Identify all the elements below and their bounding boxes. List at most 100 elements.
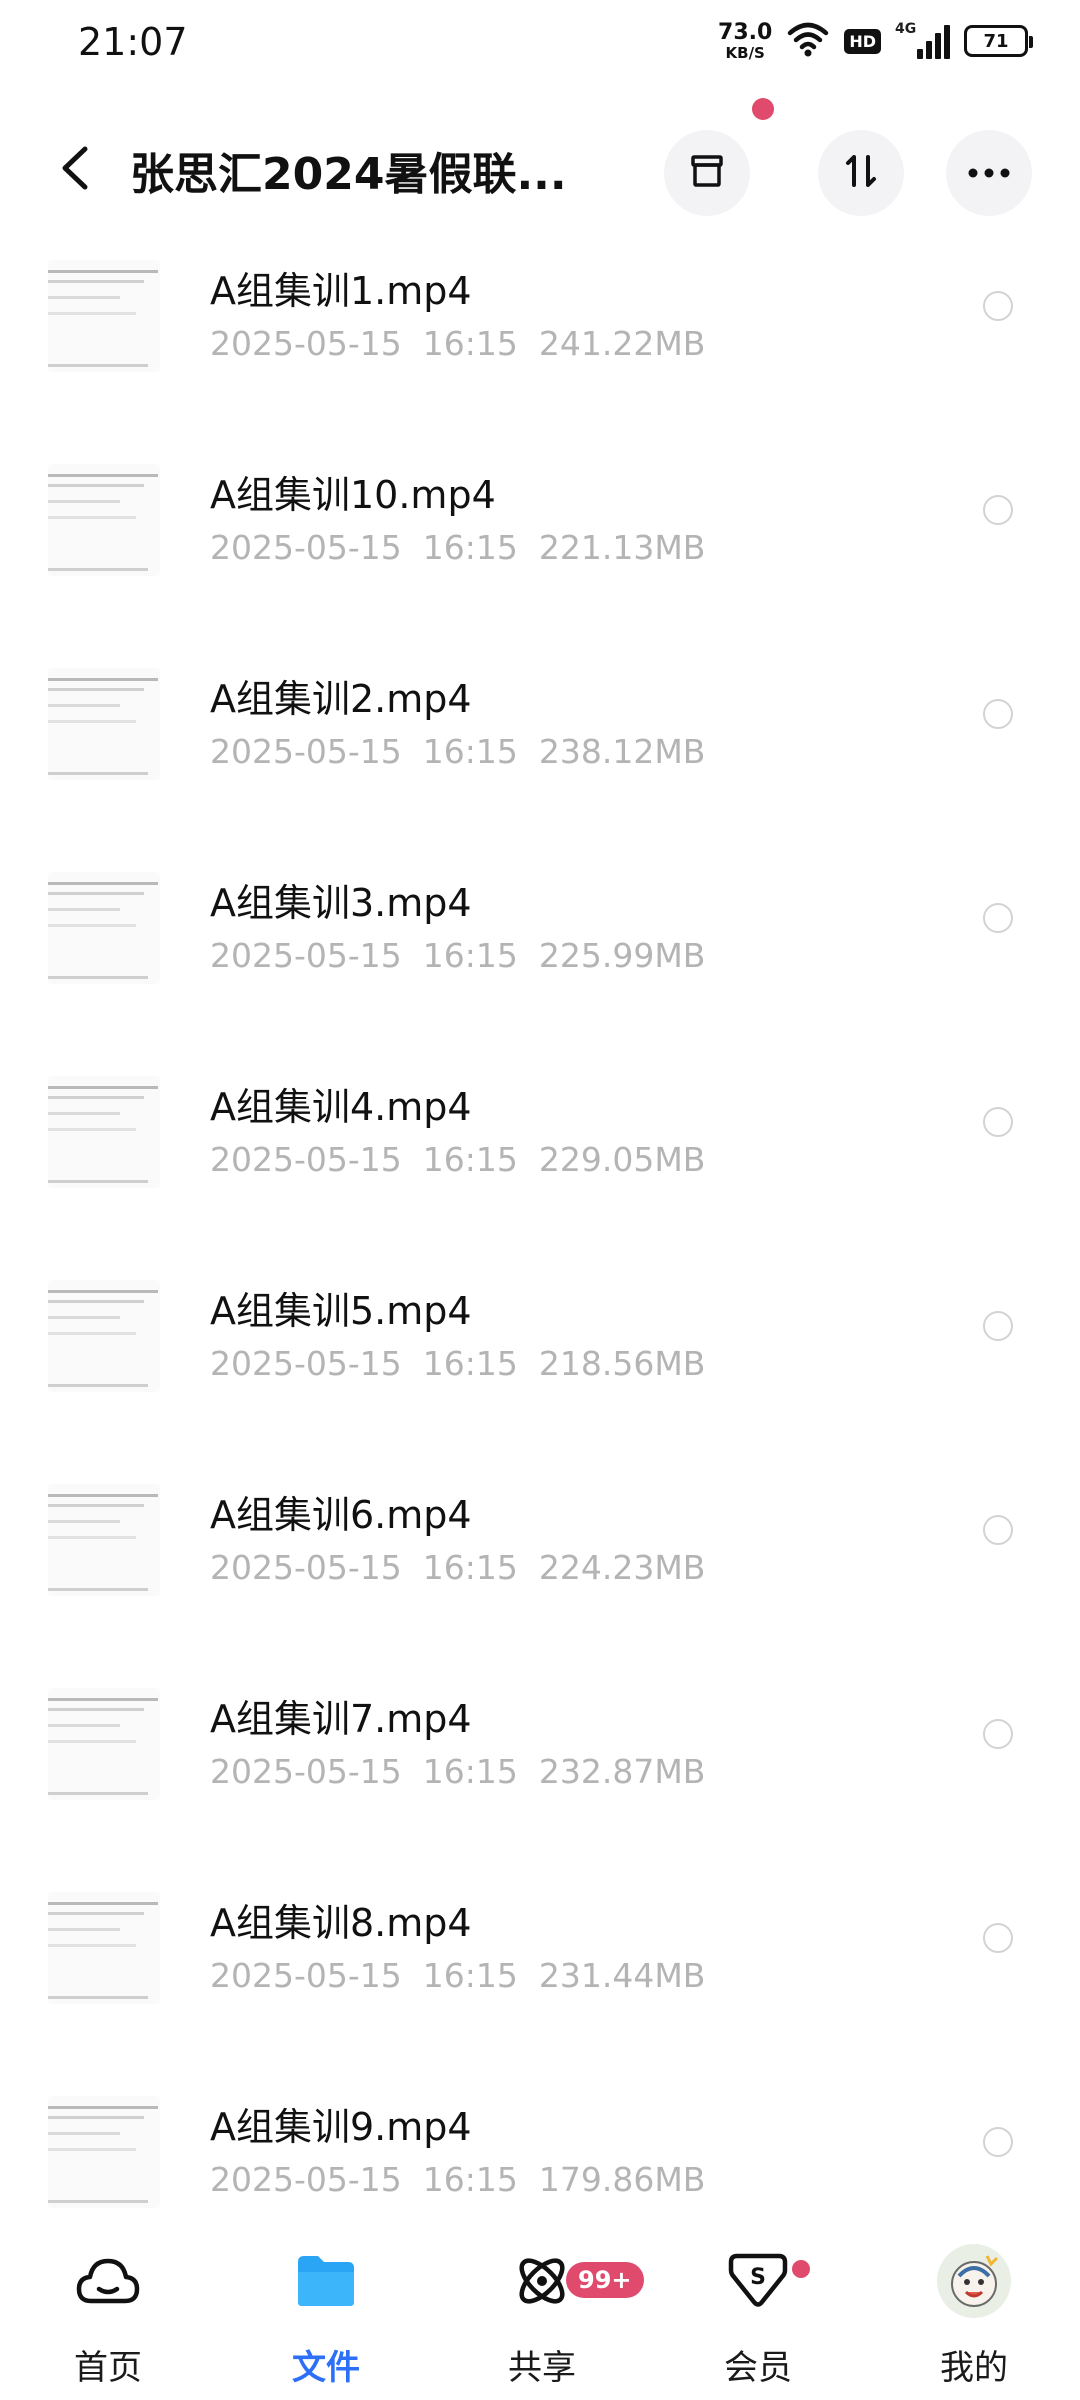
- file-time: 16:15: [422, 936, 518, 975]
- network-type: 4G: [895, 21, 917, 37]
- chevron-left-icon: [57, 145, 93, 195]
- select-checkbox[interactable]: [983, 1719, 1013, 1749]
- video-thumbnail: [48, 1892, 160, 2004]
- box-icon: [687, 151, 727, 195]
- file-name: A组集训10.mp4: [210, 473, 496, 517]
- video-thumbnail: [48, 464, 160, 576]
- file-item[interactable]: A组集训5.mp4 2025-05-15 16:15 218.56MB: [0, 1252, 1080, 1456]
- file-date: 2025-05-15: [210, 732, 402, 771]
- file-time: 16:15: [422, 324, 518, 363]
- file-meta: 2025-05-15 16:15 232.87MB: [210, 1752, 705, 1791]
- file-date: 2025-05-15: [210, 528, 402, 567]
- file-size: 238.12MB: [538, 732, 706, 771]
- file-time: 16:15: [422, 528, 518, 567]
- select-checkbox[interactable]: [983, 1923, 1013, 1953]
- video-thumbnail: [48, 1688, 160, 1800]
- file-name: A组集训9.mp4: [210, 2105, 472, 2149]
- file-name: A组集训3.mp4: [210, 881, 472, 925]
- video-thumbnail: [48, 260, 160, 372]
- video-thumbnail: [48, 1484, 160, 1596]
- video-thumbnail: [48, 1076, 160, 1188]
- svg-text:S: S: [750, 2265, 766, 2290]
- file-time: 16:15: [422, 1752, 518, 1791]
- file-size: 241.22MB: [538, 324, 706, 363]
- sort-button[interactable]: [818, 130, 904, 216]
- select-checkbox[interactable]: [983, 1311, 1013, 1341]
- file-meta: 2025-05-15 16:15 179.86MB: [210, 2160, 705, 2199]
- file-name: A组集训2.mp4: [210, 677, 472, 721]
- file-date: 2025-05-15: [210, 1548, 402, 1587]
- nav-files[interactable]: 文件: [256, 2230, 396, 2400]
- status-bar: 21:07 73.0 KB/S HD 4G 71: [0, 0, 1080, 80]
- file-name: A组集训1.mp4: [210, 269, 472, 313]
- avatar-icon: [937, 2244, 1011, 2318]
- nav-share-label: 共享: [508, 2348, 576, 2388]
- file-meta: 2025-05-15 16:15 224.23MB: [210, 1548, 705, 1587]
- sort-arrows-icon: [841, 151, 881, 195]
- status-time: 21:07: [78, 20, 188, 64]
- file-item[interactable]: A组集训10.mp4 2025-05-15 16:15 221.13MB: [0, 436, 1080, 640]
- file-name: A组集训4.mp4: [210, 1085, 472, 1129]
- video-thumbnail: [48, 668, 160, 780]
- file-item[interactable]: A组集训3.mp4 2025-05-15 16:15 225.99MB: [0, 844, 1080, 1048]
- file-item[interactable]: A组集训4.mp4 2025-05-15 16:15 229.05MB: [0, 1048, 1080, 1252]
- file-size: 218.56MB: [538, 1344, 706, 1383]
- file-date: 2025-05-15: [210, 1344, 402, 1383]
- file-item[interactable]: A组集训6.mp4 2025-05-15 16:15 224.23MB: [0, 1456, 1080, 1660]
- notification-dot: [752, 98, 774, 120]
- vip-diamond-icon: S: [721, 2244, 795, 2318]
- file-meta: 2025-05-15 16:15 238.12MB: [210, 732, 705, 771]
- home-cloud-icon: [71, 2244, 145, 2318]
- file-date: 2025-05-15: [210, 1752, 402, 1791]
- file-time: 16:15: [422, 1344, 518, 1383]
- video-thumbnail: [48, 2096, 160, 2208]
- nav-home[interactable]: 首页: [38, 2230, 178, 2400]
- transfer-button[interactable]: [664, 130, 750, 216]
- select-checkbox[interactable]: [983, 903, 1013, 933]
- file-meta: 2025-05-15 16:15 229.05MB: [210, 1140, 705, 1179]
- battery-level: 71: [983, 30, 1009, 52]
- file-name: A组集训6.mp4: [210, 1493, 472, 1537]
- file-meta: 2025-05-15 16:15 231.44MB: [210, 1956, 705, 1995]
- file-size: 179.86MB: [538, 2160, 706, 2199]
- nav-me[interactable]: 我的: [904, 2230, 1044, 2400]
- more-button[interactable]: [946, 130, 1032, 216]
- file-time: 16:15: [422, 1548, 518, 1587]
- file-time: 16:15: [422, 1140, 518, 1179]
- file-date: 2025-05-15: [210, 1140, 402, 1179]
- file-meta: 2025-05-15 16:15 225.99MB: [210, 936, 705, 975]
- nav-vip[interactable]: S 会员: [688, 2230, 828, 2400]
- network-speed: 73.0 KB/S: [718, 19, 773, 61]
- file-item[interactable]: A组集训2.mp4 2025-05-15 16:15 238.12MB: [0, 640, 1080, 844]
- select-checkbox[interactable]: [983, 1107, 1013, 1137]
- file-meta: 2025-05-15 16:15 241.22MB: [210, 324, 705, 363]
- file-item[interactable]: A组集训7.mp4 2025-05-15 16:15 232.87MB: [0, 1660, 1080, 1864]
- file-date: 2025-05-15: [210, 1956, 402, 1995]
- select-checkbox[interactable]: [983, 699, 1013, 729]
- select-checkbox[interactable]: [983, 291, 1013, 321]
- file-time: 16:15: [422, 732, 518, 771]
- select-checkbox[interactable]: [983, 2127, 1013, 2157]
- hd-icon: HD: [844, 28, 881, 54]
- select-checkbox[interactable]: [983, 495, 1013, 525]
- signal-icon: 4G: [895, 21, 950, 59]
- file-item[interactable]: A组集训8.mp4 2025-05-15 16:15 231.44MB: [0, 1864, 1080, 2068]
- select-checkbox[interactable]: [983, 1515, 1013, 1545]
- battery-icon: 71: [964, 25, 1033, 57]
- video-thumbnail: [48, 1280, 160, 1392]
- back-button[interactable]: [40, 130, 110, 210]
- nav-files-label: 文件: [292, 2348, 360, 2388]
- network-speed-value: 73.0: [718, 19, 773, 45]
- wifi-icon: [786, 21, 830, 61]
- nav-home-label: 首页: [74, 2348, 142, 2388]
- file-meta: 2025-05-15 16:15 218.56MB: [210, 1344, 705, 1383]
- bottom-nav: 首页 文件 共享 S 会员 我的: [0, 2230, 1080, 2400]
- file-item[interactable]: A组集训1.mp4 2025-05-15 16:15 241.22MB: [0, 232, 1080, 436]
- file-date: 2025-05-15: [210, 2160, 402, 2199]
- file-size: 224.23MB: [538, 1548, 706, 1587]
- nav-share[interactable]: 共享: [472, 2230, 612, 2400]
- file-time: 16:15: [422, 1956, 518, 1995]
- folder-icon: [289, 2244, 363, 2318]
- vip-notification-dot: [792, 2260, 810, 2278]
- avatar: [937, 2244, 1011, 2318]
